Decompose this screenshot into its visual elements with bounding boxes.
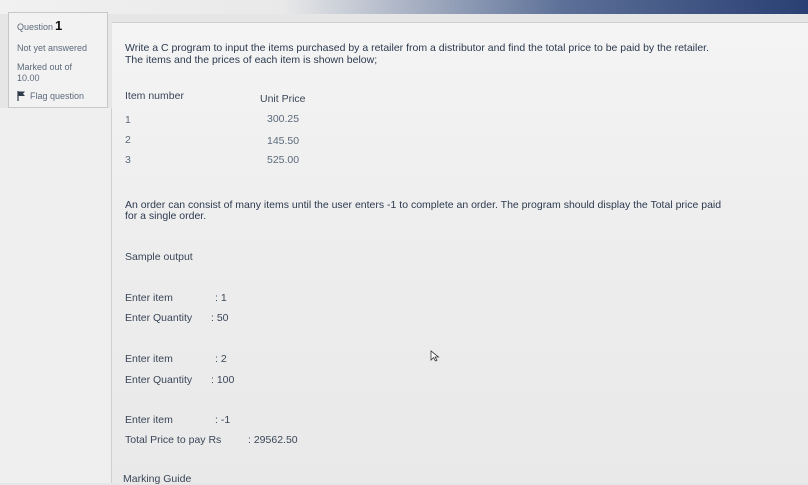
sample-label-1: Enter item <box>125 292 173 304</box>
table-header-unit-price: Unit Price <box>260 93 306 105</box>
sample-value-6: : 29562.50 <box>248 434 298 446</box>
sample-label-2: Enter Quantity <box>125 312 193 324</box>
table-cell-item-2: 2 <box>125 134 131 146</box>
answer-status: Not yet answered <box>17 43 88 53</box>
paragraph-line-2: for a single order. <box>125 210 207 222</box>
sample-value-4: : 100 <box>211 374 235 386</box>
top-bar <box>0 0 808 14</box>
question-info-panel: Question 1 Not yet answered Marked out of… <box>8 12 108 108</box>
table-cell-price-2: 145.50 <box>267 135 300 147</box>
paragraph-line-1: An order can consist of many items until… <box>125 199 722 211</box>
question-text-line-2: The items and the prices of each item is… <box>125 54 378 66</box>
sample-value-2: : 50 <box>211 312 229 324</box>
flag-question-button[interactable]: Flag question <box>17 91 99 101</box>
sample-label-5: Enter item <box>125 414 173 426</box>
marking-guide-heading: Marking Guide <box>123 473 192 485</box>
sample-label-4: Enter Quantity <box>125 374 193 386</box>
sample-label-6: Total Price to pay Rs <box>125 434 222 446</box>
table-cell-item-3: 3 <box>125 154 131 166</box>
question-heading: Question 1 <box>17 18 99 33</box>
sample-value-3: : 2 <box>215 353 227 365</box>
table-cell-price-3: 525.00 <box>267 154 300 166</box>
question-label: Question <box>17 22 54 32</box>
table-header-item-number: Item number <box>125 90 184 102</box>
sample-output-title: Sample output <box>125 251 193 263</box>
question-text-line-1: Write a C program to input the items pur… <box>125 42 710 54</box>
marked-value: 10.00 <box>17 73 40 83</box>
sample-label-3: Enter item <box>125 353 173 365</box>
question-number: 1 <box>55 18 63 33</box>
table-cell-price-1: 300.25 <box>267 113 300 125</box>
sample-value-5: : -1 <box>215 414 231 426</box>
flag-question-label: Flag question <box>30 91 85 101</box>
marked-label: Marked out of <box>17 62 73 72</box>
table-cell-item-1: 1 <box>125 114 131 126</box>
marked-out-of: Marked out of 10.00 <box>17 62 99 84</box>
question-content: Write a C program to input the items pur… <box>112 22 808 485</box>
flag-icon <box>17 91 25 101</box>
sample-value-1: : 1 <box>215 292 227 304</box>
mouse-pointer-icon <box>430 350 440 362</box>
left-strip <box>0 108 112 483</box>
